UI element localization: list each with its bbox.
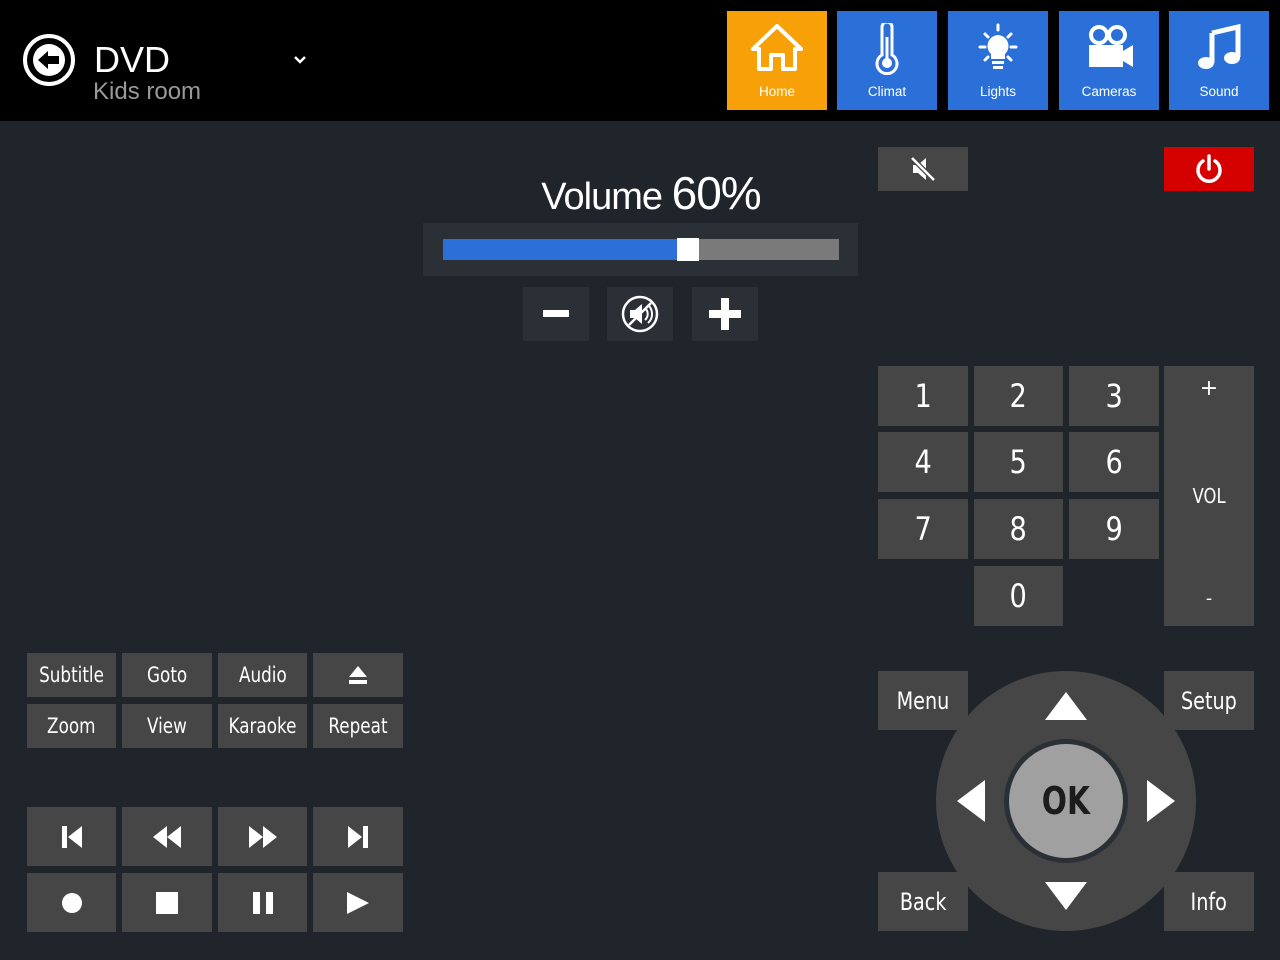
back-button[interactable]: Back	[878, 872, 968, 931]
mute-button[interactable]	[878, 147, 968, 191]
ok-button[interactable]: OK	[1004, 739, 1128, 863]
karaoke-button[interactable]: Karaoke	[218, 704, 307, 748]
volume-slider-fill	[443, 239, 678, 260]
key-1[interactable]: 1	[878, 366, 968, 426]
key-2[interactable]: 2	[974, 366, 1063, 426]
volume-value: 60%	[671, 167, 762, 219]
device-title: DVD	[94, 39, 171, 80]
nav-label-cameras: Cameras	[1081, 84, 1137, 99]
stop-icon	[156, 891, 178, 914]
back-arrow-icon[interactable]	[22, 33, 76, 87]
pause-icon	[252, 891, 273, 914]
previous-button[interactable]	[27, 807, 116, 866]
dpad-down-arrow-icon[interactable]	[1045, 882, 1087, 910]
record-button[interactable]	[27, 873, 116, 932]
info-button[interactable]: Info	[1164, 872, 1254, 931]
room-subtitle: Kids room	[93, 78, 202, 105]
view-button[interactable]: View	[122, 704, 212, 748]
thermometer-icon	[875, 23, 899, 75]
vol-rocker[interactable]: + VOL -	[1164, 366, 1254, 626]
skip-previous-icon	[61, 825, 82, 848]
volume-slider-handle[interactable]	[677, 238, 700, 261]
lightbulb-icon	[978, 23, 1018, 69]
play-icon	[347, 891, 369, 914]
next-button[interactable]	[313, 807, 403, 866]
key-7[interactable]: 7	[878, 499, 968, 559]
minus-icon	[543, 310, 569, 317]
volume-label: Volume	[541, 176, 663, 218]
vol-rocker-label: VOL	[1192, 484, 1226, 508]
eject-icon	[349, 666, 367, 684]
nav-tile-home[interactable]: Home	[727, 11, 827, 110]
nav-label-climat: Climat	[867, 84, 907, 99]
repeat-button[interactable]: Repeat	[313, 704, 403, 748]
plus-icon	[709, 298, 741, 330]
key-8[interactable]: 8	[974, 499, 1063, 559]
dpad-up-arrow-icon[interactable]	[1045, 692, 1087, 720]
mute-icon	[910, 156, 936, 182]
music-note-icon	[1198, 23, 1241, 69]
power-button[interactable]	[1164, 147, 1254, 191]
volume-mute-button[interactable]	[607, 287, 673, 341]
nav-tile-cameras[interactable]: Cameras	[1059, 11, 1159, 110]
speaker-mute-icon	[621, 295, 659, 333]
setup-button[interactable]: Setup	[1164, 671, 1254, 730]
nav-label-home: Home	[758, 84, 795, 99]
dpad-right-arrow-icon[interactable]	[1147, 780, 1175, 822]
nav-label-sound: Sound	[1199, 84, 1239, 99]
stop-button[interactable]	[122, 873, 212, 932]
subtitle-button[interactable]: Subtitle	[27, 653, 116, 697]
nav-tile-climat[interactable]: Climat	[837, 11, 937, 110]
menu-button[interactable]: Menu	[878, 671, 968, 730]
key-3[interactable]: 3	[1069, 366, 1159, 426]
vol-rocker-minus[interactable]: -	[1164, 588, 1254, 609]
audio-button[interactable]: Audio	[218, 653, 307, 697]
vol-rocker-plus[interactable]: +	[1164, 376, 1254, 401]
rewind-button[interactable]	[122, 807, 212, 866]
chevron-down-icon[interactable]	[290, 50, 310, 70]
key-6[interactable]: 6	[1069, 432, 1159, 492]
volume-up-button[interactable]	[692, 287, 758, 341]
goto-button[interactable]: Goto	[122, 653, 212, 697]
power-icon	[1196, 154, 1222, 183]
key-5[interactable]: 5	[974, 432, 1063, 492]
key-9[interactable]: 9	[1069, 499, 1159, 559]
eject-button[interactable]	[313, 653, 403, 697]
home-icon	[751, 24, 803, 71]
header-bar: DVD Kids room Home Climat Lights Cameras…	[0, 0, 1280, 121]
zoom-button[interactable]: Zoom	[27, 704, 116, 748]
pause-button[interactable]	[218, 873, 307, 932]
dvd-remote-screen: DVD Kids room Home Climat Lights Cameras…	[0, 0, 1280, 960]
dpad-left-arrow-icon[interactable]	[957, 780, 985, 822]
fast-forward-icon	[248, 825, 277, 848]
fast-forward-button[interactable]	[218, 807, 307, 866]
volume-heading: Volume 60%	[422, 166, 880, 220]
key-0[interactable]: 0	[974, 566, 1063, 626]
key-4[interactable]: 4	[878, 432, 968, 492]
skip-next-icon	[348, 825, 368, 848]
ok-label: OK	[1009, 744, 1123, 858]
play-button[interactable]	[313, 873, 403, 932]
record-icon	[61, 892, 82, 913]
camera-icon	[1089, 25, 1133, 67]
rewind-icon	[153, 825, 181, 848]
nav-tile-lights[interactable]: Lights	[948, 11, 1048, 110]
nav-tile-sound[interactable]: Sound	[1169, 11, 1269, 110]
volume-down-button[interactable]	[523, 287, 589, 341]
nav-label-lights: Lights	[979, 84, 1017, 99]
